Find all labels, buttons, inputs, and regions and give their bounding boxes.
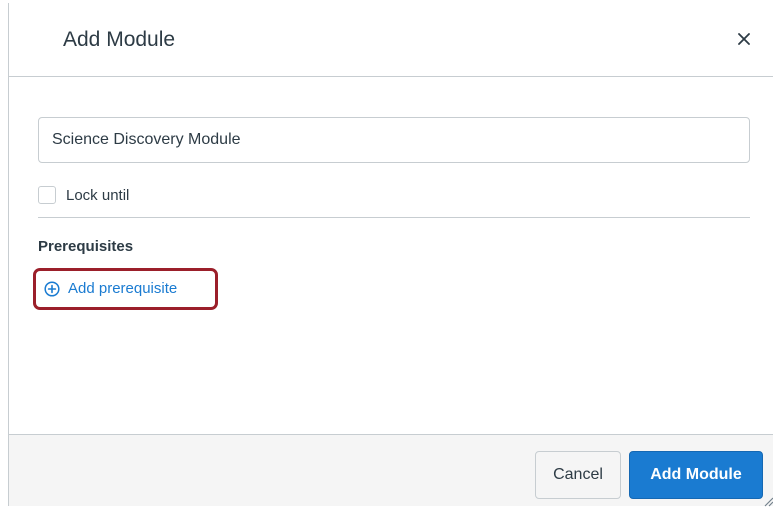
prerequisites-heading: Prerequisites xyxy=(38,238,134,255)
close-icon xyxy=(738,32,750,50)
close-button[interactable] xyxy=(732,29,756,53)
lock-until-label: Lock until xyxy=(66,186,130,204)
lock-until-option[interactable]: Lock until xyxy=(38,184,129,206)
dialog-header: Add Module xyxy=(9,3,773,77)
cancel-button[interactable]: Cancel xyxy=(535,451,621,499)
section-divider xyxy=(38,217,750,218)
add-module-button[interactable]: Add Module xyxy=(629,451,763,499)
add-module-dialog: Add Module Lock until Prerequisites Add … xyxy=(8,3,773,507)
add-prerequisite-link[interactable]: Add prerequisite xyxy=(44,280,177,297)
lock-until-checkbox[interactable] xyxy=(38,186,56,204)
dialog-footer: Cancel Add Module xyxy=(9,434,773,507)
plus-circle-icon xyxy=(44,280,60,297)
module-name-input[interactable] xyxy=(38,117,750,163)
add-prerequisite-label: Add prerequisite xyxy=(68,280,178,297)
resize-grip-icon[interactable] xyxy=(762,494,773,507)
dialog-title: Add Module xyxy=(63,28,176,51)
